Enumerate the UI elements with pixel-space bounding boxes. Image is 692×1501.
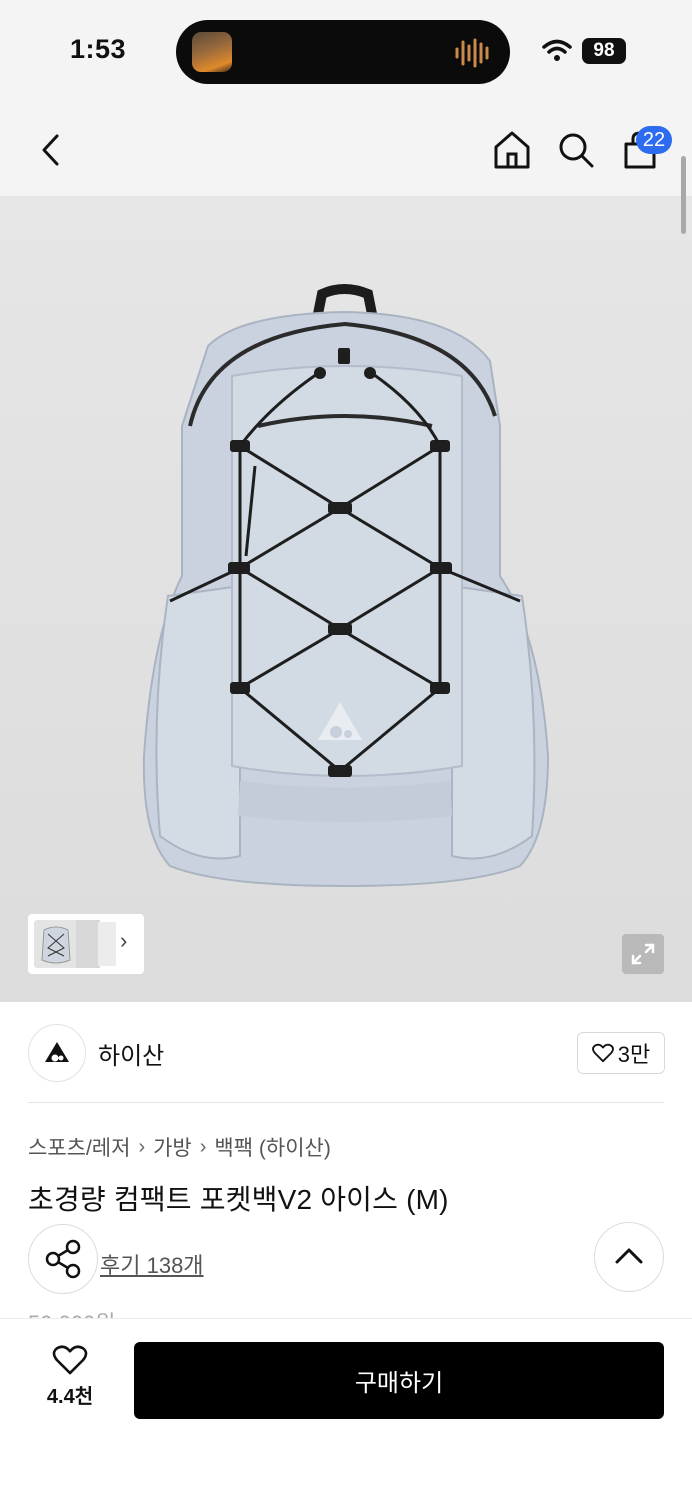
page-scrollbar[interactable] [681,156,686,234]
product-image-gallery[interactable] [0,196,692,1002]
now-playing-artwork [192,32,232,72]
thumbnail-image[interactable] [76,920,100,968]
search-button[interactable] [554,128,598,172]
brand-like-button[interactable]: 3만 [577,1032,665,1074]
wishlist-count: 4.4천 [46,1386,94,1408]
thumbnail-image[interactable] [34,920,78,968]
dynamic-island [176,20,510,84]
reviews-link[interactable]: 후기 138개 [100,1248,204,1280]
home-button[interactable] [490,128,534,172]
share-button[interactable] [28,1224,98,1294]
product-title: 초경량 컴팩트 포켓백V2 아이스 (M) [28,1184,449,1215]
buy-button[interactable]: 구매하기 [134,1342,664,1419]
image-thumbnail-strip[interactable]: › [28,914,144,974]
chevron-right-icon: › [199,1135,207,1158]
brand-name[interactable]: 하이산 [98,1036,164,1071]
battery-indicator: 98 [582,38,626,64]
chevron-right-icon: › [120,928,128,953]
thumbnail-image[interactable] [98,922,116,966]
back-button[interactable] [30,130,70,170]
expand-image-button[interactable] [622,934,664,974]
search-icon [559,133,594,168]
home-icon [494,131,530,169]
breadcrumb-item[interactable]: 백팩 (하이산) [214,1132,330,1162]
breadcrumb-item[interactable]: 가방 [153,1132,192,1162]
back-icon [42,134,59,166]
brand-logo-icon [45,1042,69,1062]
breadcrumb-item[interactable]: 스포츠/레저 [28,1132,130,1162]
chevron-up-icon [615,1248,643,1264]
heart-icon [52,1345,88,1375]
audio-wave-icon [455,38,489,68]
wifi-icon [542,39,572,61]
thumbnail-backpack [41,926,71,964]
brand-like-count: 3만 [617,1042,651,1067]
chevron-right-icon: › [138,1135,146,1158]
brand-logo[interactable] [28,1024,86,1082]
share-icon [45,1239,81,1279]
heart-icon [591,1043,614,1063]
expand-icon [631,943,655,965]
product-image [142,284,550,888]
wishlist-button[interactable]: 4.4천 [36,1344,104,1420]
cart-count-badge: 22 [636,126,672,154]
status-time: 1:53 [70,34,127,64]
divider [28,1102,664,1103]
scroll-to-top-button[interactable] [594,1222,664,1292]
breadcrumb: 스포츠/레저 › 가방 › 백팩 (하이산) [28,1132,331,1162]
